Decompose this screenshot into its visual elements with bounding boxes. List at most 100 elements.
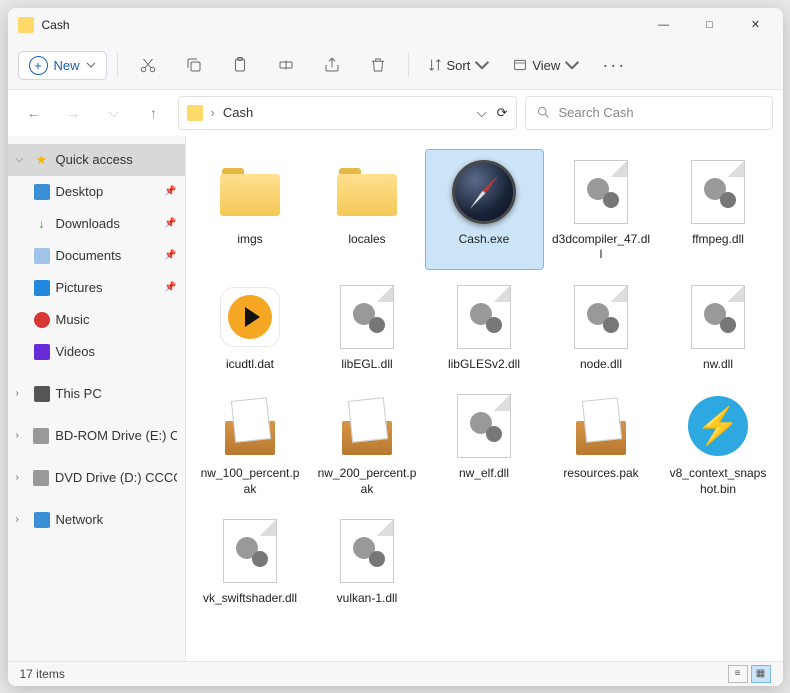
plus-icon: + <box>29 56 48 75</box>
file-item[interactable]: locales <box>309 150 426 269</box>
video-icon <box>34 344 50 360</box>
sidebar-item-music[interactable]: Music <box>8 304 185 336</box>
back-button[interactable]: ← <box>18 97 50 129</box>
nav-row: ← → ⌵ ↑ › Cash ⌵ ⟳ Search Cash <box>8 90 783 136</box>
titlebar[interactable]: Cash — □ ✕ <box>8 8 783 42</box>
file-label: vk_swiftshader.dll <box>203 591 297 607</box>
breadcrumb-current[interactable]: Cash <box>223 105 253 120</box>
chevron-down-icon[interactable]: ⌵ <box>477 105 487 121</box>
sort-icon <box>427 57 443 73</box>
file-item[interactable]: Cash.exe <box>426 150 543 269</box>
file-icon <box>331 281 403 353</box>
file-label: nw.dll <box>703 357 733 373</box>
picture-icon <box>34 280 50 296</box>
file-label: d3dcompiler_47.dll <box>551 232 651 263</box>
file-icon <box>682 390 754 462</box>
file-icon <box>565 281 637 353</box>
file-item[interactable]: node.dll <box>543 275 660 379</box>
network-icon <box>34 512 50 528</box>
separator <box>408 53 409 77</box>
more-button[interactable]: ··· <box>594 55 634 76</box>
file-label: nw_100_percent.pak <box>200 466 300 497</box>
view-details-button[interactable]: ≡ <box>728 665 748 683</box>
drive-icon <box>33 470 49 486</box>
breadcrumb-sep: › <box>211 105 215 120</box>
file-icon <box>214 390 286 462</box>
up-button[interactable]: ↑ <box>138 97 170 129</box>
file-icon <box>565 156 637 228</box>
sidebar-item-videos[interactable]: Videos <box>8 336 185 368</box>
document-icon <box>34 248 50 264</box>
share-button[interactable] <box>312 47 352 83</box>
file-item[interactable]: imgs <box>192 150 309 269</box>
file-icon <box>682 281 754 353</box>
toolbar: + New Sort View ··· <box>8 42 783 90</box>
sidebar: ⌵★Quick access Desktop📌 ↓Downloads📌 Docu… <box>8 136 186 661</box>
status-text: 17 items <box>20 667 65 681</box>
file-item[interactable]: nw.dll <box>660 275 777 379</box>
sidebar-bd-drive[interactable]: ›BD-ROM Drive (E:) C <box>8 420 185 452</box>
file-item[interactable]: ffmpeg.dll <box>660 150 777 269</box>
close-button[interactable]: ✕ <box>733 8 779 42</box>
up-button[interactable]: ⌵ <box>98 97 130 129</box>
desktop-icon <box>34 184 50 200</box>
file-icon <box>448 390 520 462</box>
file-item[interactable]: libGLESv2.dll <box>426 275 543 379</box>
file-label: nw_elf.dll <box>459 466 509 482</box>
file-item[interactable]: v8_context_snapshot.bin <box>660 384 777 503</box>
address-bar[interactable]: › Cash ⌵ ⟳ <box>178 96 517 130</box>
minimize-button[interactable]: — <box>641 8 687 42</box>
sort-button[interactable]: Sort <box>419 57 499 73</box>
view-icons-button[interactable]: ▦ <box>751 665 771 683</box>
sidebar-item-pictures[interactable]: Pictures📌 <box>8 272 185 304</box>
rename-button[interactable] <box>266 47 306 83</box>
maximize-button[interactable]: □ <box>687 8 733 42</box>
file-label: icudtl.dat <box>226 357 274 373</box>
label: Network <box>56 512 104 527</box>
file-item[interactable]: vk_swiftshader.dll <box>192 509 309 613</box>
view-button[interactable]: View <box>504 57 588 73</box>
pc-icon <box>34 386 50 402</box>
file-item[interactable]: libEGL.dll <box>309 275 426 379</box>
file-label: imgs <box>237 232 262 248</box>
body: ⌵★Quick access Desktop📌 ↓Downloads📌 Docu… <box>8 136 783 661</box>
file-label: nw_200_percent.pak <box>317 466 417 497</box>
file-item[interactable]: vulkan-1.dll <box>309 509 426 613</box>
window-title: Cash <box>42 18 641 32</box>
sidebar-item-documents[interactable]: Documents📌 <box>8 240 185 272</box>
cut-button[interactable] <box>128 47 168 83</box>
file-item[interactable]: nw_200_percent.pak <box>309 384 426 503</box>
paste-button[interactable] <box>220 47 260 83</box>
label: Downloads <box>56 216 120 231</box>
file-icon <box>682 156 754 228</box>
pin-icon: 📌 <box>164 218 176 229</box>
star-icon: ★ <box>34 152 50 168</box>
sidebar-quick-access[interactable]: ⌵★Quick access <box>8 144 185 176</box>
file-item[interactable]: icudtl.dat <box>192 275 309 379</box>
pin-icon: 📌 <box>164 250 176 261</box>
file-label: node.dll <box>580 357 622 373</box>
file-item[interactable]: nw_100_percent.pak <box>192 384 309 503</box>
file-label: v8_context_snapshot.bin <box>668 466 768 497</box>
sidebar-item-downloads[interactable]: ↓Downloads📌 <box>8 208 185 240</box>
file-icon <box>448 156 520 228</box>
copy-button[interactable] <box>174 47 214 83</box>
refresh-button[interactable]: ⟳ <box>497 105 508 121</box>
delete-button[interactable] <box>358 47 398 83</box>
file-icon <box>331 515 403 587</box>
forward-button[interactable]: → <box>58 97 90 129</box>
file-item[interactable]: d3dcompiler_47.dll <box>543 150 660 269</box>
sidebar-item-desktop[interactable]: Desktop📌 <box>8 176 185 208</box>
sidebar-this-pc[interactable]: ›This PC <box>8 378 185 410</box>
label: This PC <box>56 386 102 401</box>
sidebar-network[interactable]: ›Network <box>8 504 185 536</box>
file-item[interactable]: resources.pak <box>543 384 660 503</box>
search-box[interactable]: Search Cash <box>525 96 773 130</box>
file-item[interactable]: nw_elf.dll <box>426 384 543 503</box>
file-label: locales <box>348 232 385 248</box>
file-content[interactable]: imgs locales Cash.exe d3dcompiler_47.dll ffm… <box>186 136 783 661</box>
chevron-down-icon <box>86 60 96 70</box>
new-button[interactable]: + New <box>18 51 107 80</box>
sidebar-dvd-drive[interactable]: ›DVD Drive (D:) CCCO <box>8 462 185 494</box>
file-icon <box>214 281 286 353</box>
